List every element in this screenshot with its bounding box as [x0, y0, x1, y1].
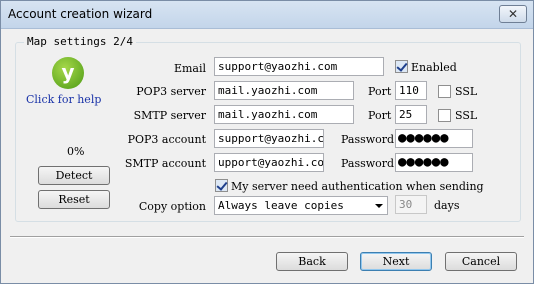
- pop3-password-label: Password: [341, 133, 395, 146]
- chevron-down-icon: [375, 204, 383, 208]
- smtp-account-label: SMTP account: [124, 157, 206, 170]
- copy-option-value: Always leave copies: [218, 199, 344, 212]
- smtp-port-field[interactable]: 25: [395, 105, 427, 124]
- cancel-button[interactable]: Cancel: [445, 252, 517, 271]
- pop3-account-label: POP3 account: [127, 133, 206, 146]
- smtp-password-label: Password: [341, 157, 395, 170]
- reset-button[interactable]: Reset: [38, 190, 110, 209]
- smtp-password-field[interactable]: ●●●●●●: [395, 153, 473, 172]
- pop3-password-field[interactable]: ●●●●●●: [395, 129, 473, 148]
- smtp-server-field[interactable]: mail.yaozhi.com: [214, 105, 354, 124]
- help-link[interactable]: Click for help: [26, 93, 101, 106]
- back-button[interactable]: Back: [276, 252, 348, 271]
- progress-text: 0%: [67, 145, 85, 158]
- smtp-account-field[interactable]: upport@yaozhi.com: [214, 153, 324, 172]
- pop3-account-field[interactable]: support@yaozhi.co: [214, 129, 324, 148]
- footer-separator: [10, 236, 524, 238]
- pop3-ssl-label: SSL: [455, 85, 478, 98]
- pop3-server-field[interactable]: mail.yaozhi.com: [214, 81, 354, 100]
- pop3-server-label: POP3 server: [136, 85, 206, 98]
- next-button[interactable]: Next: [360, 252, 432, 271]
- help-logo-icon[interactable]: y: [52, 57, 84, 89]
- smtp-server-label: SMTP server: [133, 109, 206, 122]
- detect-button[interactable]: Detect: [38, 166, 110, 185]
- smtp-port-label: Port: [368, 109, 392, 122]
- auth-label: My server need authentication when sendi…: [231, 180, 484, 193]
- pop3-ssl-checkbox[interactable]: [438, 85, 451, 98]
- days-field: 30: [395, 195, 427, 214]
- smtp-ssl-checkbox[interactable]: [438, 109, 451, 122]
- email-field[interactable]: support@yaozhi.com: [214, 57, 384, 76]
- copy-option-select[interactable]: Always leave copies: [214, 196, 388, 215]
- window-title: Account creation wizard: [8, 7, 153, 21]
- pop3-port-label: Port: [368, 85, 392, 98]
- copy-option-label: Copy option: [138, 200, 206, 213]
- enabled-label: Enabled: [411, 61, 457, 74]
- smtp-ssl-label: SSL: [455, 109, 478, 122]
- title-bar[interactable]: Account creation wizard ✕: [1, 1, 533, 29]
- auth-checkbox[interactable]: [215, 179, 228, 192]
- enabled-checkbox[interactable]: [395, 60, 408, 73]
- email-label: Email: [173, 62, 206, 75]
- group-title: Map settings 2/4: [24, 35, 136, 48]
- pop3-port-field[interactable]: 110: [395, 81, 427, 100]
- close-icon[interactable]: ✕: [499, 5, 527, 23]
- days-label: days: [434, 199, 460, 212]
